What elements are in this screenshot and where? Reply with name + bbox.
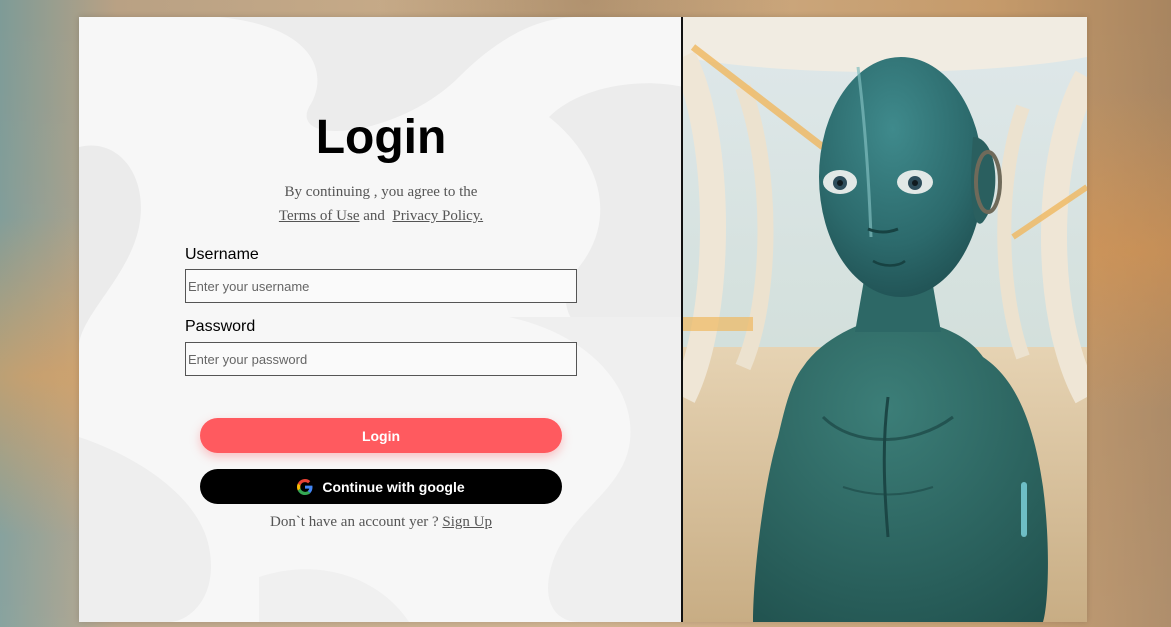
login-card: Login By continuing , you agree to the T… <box>79 17 1087 622</box>
terms-of-use-link[interactable]: Terms of Use <box>279 208 360 224</box>
login-form-panel: Login By continuing , you agree to the T… <box>79 17 683 622</box>
continue-with-google-button[interactable]: Continue with google <box>200 469 562 504</box>
username-input[interactable] <box>185 269 577 303</box>
decorative-blobs <box>79 17 681 622</box>
terms-notice: By continuing , you agree to the Terms o… <box>185 180 577 228</box>
and-text: and <box>363 208 385 224</box>
signup-prompt: Don`t have an account yer ? Sign Up <box>185 514 577 531</box>
page-title: Login <box>315 111 447 164</box>
username-label: Username <box>185 246 259 263</box>
privacy-policy-link[interactable]: Privacy Policy. <box>392 208 483 224</box>
password-label: Password <box>185 318 256 335</box>
sign-up-link[interactable]: Sign Up <box>442 514 492 530</box>
login-button[interactable]: Login <box>200 418 562 453</box>
google-button-label: Continue with google <box>322 478 465 495</box>
alien-illustration <box>683 17 1087 622</box>
hero-image <box>683 17 1087 622</box>
signup-prompt-text: Don`t have an account yer ? <box>269 514 439 530</box>
password-input[interactable] <box>185 342 577 376</box>
terms-intro-text: By continuing , you agree to the <box>284 184 478 200</box>
login-button-label: Login <box>361 427 401 444</box>
google-g-icon <box>297 478 313 495</box>
